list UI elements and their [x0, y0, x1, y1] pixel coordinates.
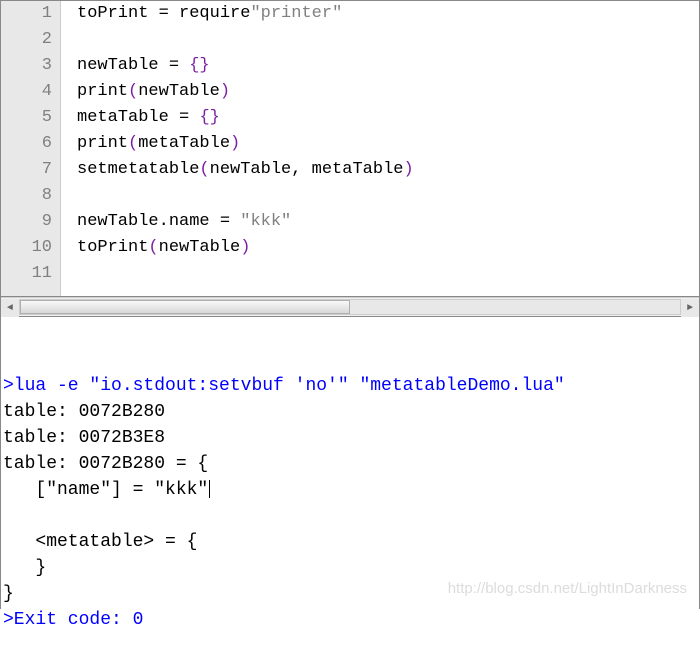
token-ident: metaTable — [138, 134, 230, 153]
scroll-right-arrow[interactable]: ► — [681, 299, 699, 317]
output-line: ["name"] = "kkk" — [3, 477, 697, 503]
token-op: , — [291, 160, 311, 179]
token-brace: ) — [240, 238, 250, 257]
token-brace: ( — [199, 160, 209, 179]
line-number-gutter: 1234567891011 — [1, 1, 61, 296]
horizontal-scrollbar[interactable]: ◄ ► — [1, 297, 699, 317]
code-editor-panel: 1234567891011 toPrint = require"printer"… — [1, 1, 699, 297]
token-brace: ) — [403, 160, 413, 179]
output-line: >Exit code: 0 — [3, 607, 697, 633]
token-ident: newTable — [159, 238, 241, 257]
scroll-track[interactable] — [19, 299, 681, 315]
line-number: 11 — [1, 261, 52, 287]
token-brace: ) — [220, 82, 230, 101]
output-text: table: 0072B3E8 — [3, 428, 165, 448]
token-brace: ( — [148, 238, 158, 257]
token-ident: newTable — [77, 212, 159, 231]
line-number: 1 — [1, 1, 52, 27]
token-brace: {} — [199, 108, 219, 127]
token-ident: newTable — [210, 160, 292, 179]
token-string: "kkk" — [240, 212, 291, 231]
line-number: 4 — [1, 79, 52, 105]
line-number: 6 — [1, 131, 52, 157]
token-brace: ) — [230, 134, 240, 153]
output-panel: >lua -e "io.stdout:setvbuf 'no'" "metata… — [1, 317, 699, 610]
code-line[interactable]: print(metaTable) — [77, 131, 699, 157]
code-line[interactable]: metaTable = {} — [77, 105, 699, 131]
code-line[interactable]: toPrint(newTable) — [77, 235, 699, 261]
output-line: table: 0072B280 = { — [3, 451, 697, 477]
line-number: 5 — [1, 105, 52, 131]
token-op: = — [179, 108, 199, 127]
token-func: print — [77, 82, 128, 101]
line-number: 3 — [1, 53, 52, 79]
output-line — [3, 503, 697, 529]
output-text: ["name"] = "kkk" — [3, 480, 208, 500]
token-func: require — [179, 4, 250, 23]
code-line[interactable]: toPrint = require"printer" — [77, 1, 699, 27]
output-line: table: 0072B280 — [3, 399, 697, 425]
line-number: 10 — [1, 235, 52, 261]
scroll-left-arrow[interactable]: ◄ — [1, 299, 19, 317]
token-string: "printer" — [250, 4, 342, 23]
scroll-thumb[interactable] — [20, 300, 350, 314]
output-line: >lua -e "io.stdout:setvbuf 'no'" "metata… — [3, 373, 697, 399]
code-line[interactable]: newTable.name = "kkk" — [77, 209, 699, 235]
output-text: >lua -e "io.stdout:setvbuf 'no'" "metata… — [3, 376, 565, 396]
output-text: table: 0072B280 = { — [3, 454, 208, 474]
line-number: 9 — [1, 209, 52, 235]
text-cursor — [209, 480, 210, 498]
output-text: table: 0072B280 — [3, 402, 165, 422]
token-ident: newTable — [77, 56, 169, 75]
output-text: } — [3, 558, 46, 578]
token-ident: metaTable — [312, 160, 404, 179]
watermark-text: http://blog.csdn.net/LightInDarkness — [448, 576, 687, 602]
token-brace: ( — [128, 134, 138, 153]
token-op: = — [159, 4, 179, 23]
token-brace: {} — [189, 56, 209, 75]
token-op: . — [159, 212, 169, 231]
code-line[interactable] — [77, 27, 699, 53]
token-brace: ( — [128, 82, 138, 101]
token-ident: metaTable — [77, 108, 179, 127]
token-ident: toPrint — [77, 4, 159, 23]
token-func: print — [77, 134, 128, 153]
code-line[interactable]: newTable = {} — [77, 53, 699, 79]
line-number: 8 — [1, 183, 52, 209]
output-text: >Exit code: 0 — [3, 610, 143, 630]
token-ident: name — [169, 212, 220, 231]
token-ident: newTable — [138, 82, 220, 101]
code-area[interactable]: toPrint = require"printer"newTable = {}p… — [61, 1, 699, 296]
token-func: toPrint — [77, 238, 148, 257]
output-line: table: 0072B3E8 — [3, 425, 697, 451]
token-op: = — [220, 212, 240, 231]
code-line[interactable]: print(newTable) — [77, 79, 699, 105]
output-text: <metatable> = { — [3, 532, 197, 552]
code-line[interactable]: setmetatable(newTable, metaTable) — [77, 157, 699, 183]
output-line: <metatable> = { — [3, 529, 697, 555]
line-number: 7 — [1, 157, 52, 183]
output-text: } — [3, 584, 14, 604]
token-func: setmetatable — [77, 160, 199, 179]
line-number: 2 — [1, 27, 52, 53]
code-line[interactable] — [77, 261, 699, 287]
code-line[interactable] — [77, 183, 699, 209]
token-op: = — [169, 56, 189, 75]
